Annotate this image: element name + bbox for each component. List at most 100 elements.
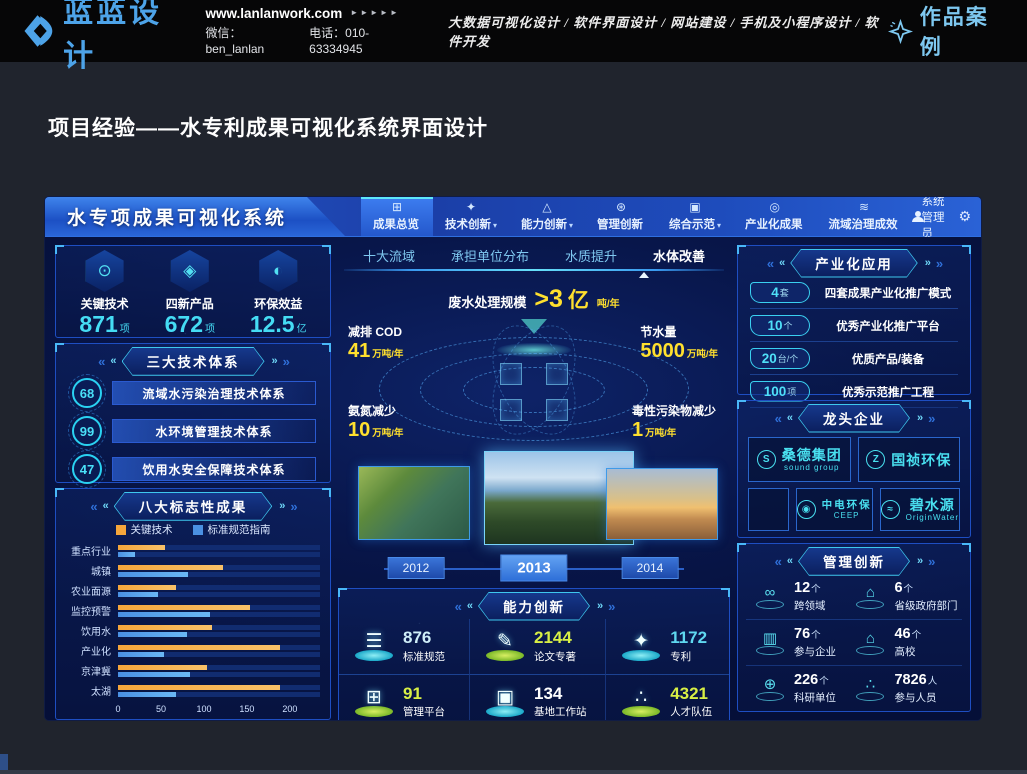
tab-water-quality[interactable]: 水质提升 xyxy=(565,246,617,269)
tab-underline xyxy=(344,269,724,271)
tab-water-improvement[interactable]: 水体改善 xyxy=(653,246,705,269)
tab-unit-distribution[interactable]: 承担单位分布 xyxy=(451,246,529,269)
management-panel: «« 管理创新 »» ∞ 12个跨领域 ⌂ 6个省级政府部门 xyxy=(737,543,971,712)
nav-tab-comprehensive-demo[interactable]: ▣ 综合示范▾ xyxy=(657,197,733,236)
chevrons-right-icon: » xyxy=(917,413,921,424)
waves-icon: ≋ xyxy=(859,201,869,214)
sparkle-star-icon xyxy=(888,18,913,45)
website-link[interactable]: www.lanlanwork.com xyxy=(206,5,343,23)
stat-label: 减排 COD xyxy=(348,323,403,340)
mg-label: 跨领域 xyxy=(794,598,826,613)
wechat-label: 微信：ben_lanlan xyxy=(206,25,294,57)
portfolio-label: 作品案例 xyxy=(920,1,1005,61)
mg-label: 省级政府部门 xyxy=(894,598,957,613)
mg-value: 226 xyxy=(794,672,818,688)
headline-value: >3 xyxy=(534,285,563,314)
chart-row: 重点行业 xyxy=(66,543,320,558)
kpi-key-tech: ⊙ 关键技术 871项 xyxy=(79,250,129,337)
platform-ring xyxy=(856,646,884,655)
enterprise-subtitle: sound group xyxy=(784,463,839,472)
count-badge: 99 xyxy=(72,416,102,446)
ring-icon: ⊙ xyxy=(86,250,124,292)
mg-unit: 个 xyxy=(819,676,829,687)
kpi-label: 环保效益 xyxy=(250,295,307,312)
pill-unit: 个 xyxy=(784,319,793,332)
chevron-down-icon: ▾ xyxy=(493,221,497,230)
bar-标准规范指南 xyxy=(118,612,210,617)
bar-chart: 重点行业城镇农业面源监控预警饮用水产业化京津冀太湖 xyxy=(66,543,320,698)
chevrons-left-icon: « xyxy=(90,500,95,513)
timeline-year-2014[interactable]: 2014 xyxy=(622,557,679,579)
chart-row: 监控预警 xyxy=(66,603,320,618)
user-area: 系统管理员 ⚙ xyxy=(912,197,981,236)
bar-标准规范指南 xyxy=(118,652,164,657)
stat-unit: 万吨/年 xyxy=(372,349,403,360)
patent-icon: ✦ xyxy=(620,632,662,651)
pill-unit: 项 xyxy=(787,385,796,398)
user-menu[interactable]: 系统管理员 xyxy=(912,197,946,241)
right-column: «« 产业化应用 »» 4套 四套成果产业化推广模式 10个 优秀产业化推广平台… xyxy=(737,245,971,712)
nav-tab-industrialization-results[interactable]: ◎ 产业化成果 xyxy=(733,197,817,236)
lanlan-logo[interactable]: 蓝蓝设计 xyxy=(18,0,186,75)
dashboard: 水专项成果可视化系统 ⊞ 成果总览 ✦ 技术创新▾ △ 能力创新▾ ⊛ 管理创新 xyxy=(45,197,981,720)
bar-关键技术 xyxy=(118,565,223,570)
nav-tab-watershed-governance[interactable]: ≋ 流域治理成效 xyxy=(817,197,912,236)
count-pill: 4套 xyxy=(750,282,810,303)
spark-icon: ✦ xyxy=(466,201,476,214)
section-title: 产业化应用 xyxy=(791,250,917,277)
stat-label: 节水量 xyxy=(640,323,718,340)
dashboard-body: ⊙ 关键技术 871项 ◈ 四新产品 672项 ◐ 环保效益 12.5亿 xyxy=(45,237,981,720)
chevrons-right-icon: » xyxy=(272,356,276,367)
timeline-year-2012[interactable]: 2012 xyxy=(388,557,445,579)
bar-标准规范指南 xyxy=(118,692,176,697)
enterprise-row: ◉ 中电环保CEEP ≈ 碧水源OriginWater xyxy=(748,488,960,531)
mg-unit: 个 xyxy=(811,630,821,641)
legend-swatch-orange xyxy=(116,525,126,535)
triangle-icon: △ xyxy=(542,201,551,214)
mg-research-units: ⊕ 226个科研单位 xyxy=(746,665,846,711)
capability-panel: «« 能力创新 »» ☰ 876标准规范 ✎ 2144论文专著 xyxy=(338,588,730,720)
monitor-icon: ⊞ xyxy=(353,688,395,707)
pill-value: 4 xyxy=(771,285,779,300)
cap-label: 专利 xyxy=(670,649,707,664)
chart-row: 城镇 xyxy=(66,563,320,578)
tab-ten-basins[interactable]: 十大流域 xyxy=(363,246,415,269)
bottom-divider xyxy=(0,770,1027,774)
dashboard-header: 水专项成果可视化系统 ⊞ 成果总览 ✦ 技术创新▾ △ 能力创新▾ ⊛ 管理创新 xyxy=(45,197,981,237)
chevrons-right-icon: » xyxy=(283,355,288,368)
stat-unit: 万吨/年 xyxy=(645,428,676,439)
settings-gear-icon[interactable]: ⚙ xyxy=(958,209,971,225)
nav-label: 管理创新 xyxy=(597,219,643,231)
nav-tab-tech-innovation[interactable]: ✦ 技术创新▾ xyxy=(433,197,509,236)
site-topbar: 蓝蓝设计 www.lanlanwork.com ►►►►► 微信：ben_lan… xyxy=(0,0,1027,62)
logo-sound-group: S 桑德集团sound group xyxy=(748,437,851,482)
bar-标准规范指南 xyxy=(118,552,135,557)
headline-unit: 吨/年 xyxy=(597,295,620,310)
kpi-unit: 项 xyxy=(120,324,130,335)
chart-category-label: 太湖 xyxy=(66,683,118,698)
mg-participants: ∴ 7826人参与人员 xyxy=(846,665,962,711)
cap-value: 876 xyxy=(403,629,445,648)
nav-tab-overview[interactable]: ⊞ 成果总览 xyxy=(361,197,433,236)
industrialization-panel: «« 产业化应用 »» 4套 四套成果产业化推广模式 10个 优秀产业化推广平台… xyxy=(737,245,971,395)
nav-tab-management-innovation[interactable]: ⊛ 管理创新 xyxy=(585,197,657,236)
nav-label: 能力创新 xyxy=(521,219,567,231)
mg-unit: 人 xyxy=(928,676,938,687)
mg-gov-departments: ⌂ 6个省级政府部门 xyxy=(846,574,962,619)
flow-globe-graphic: 减排 COD 41万吨/年 节水量 5000万吨/年 氨氮减少 10万吨/年 毒… xyxy=(338,319,730,443)
enterprise-subtitle: CEEP xyxy=(834,511,860,520)
mg-value: 7826 xyxy=(894,672,926,688)
timeline-year-2013[interactable]: 2013 xyxy=(500,555,567,582)
chevrons-left-icon: « xyxy=(467,601,471,612)
chevrons-left-icon: « xyxy=(775,555,780,568)
bar-track xyxy=(118,692,320,697)
stat-label: 毒性污染物减少 xyxy=(632,402,716,419)
stat-ammonia-reduction: 氨氮减少 10万吨/年 xyxy=(348,402,403,441)
chart-row: 饮用水 xyxy=(66,623,320,638)
cap-label: 管理平台 xyxy=(403,704,445,719)
nav-tab-capability-innovation[interactable]: △ 能力创新▾ xyxy=(509,197,585,236)
cap-value: 4321 xyxy=(670,685,712,704)
portfolio-button[interactable]: 作品案例 xyxy=(888,1,1005,61)
stat-value: 10 xyxy=(348,419,370,441)
nav-label: 流域治理成效 xyxy=(829,219,898,231)
